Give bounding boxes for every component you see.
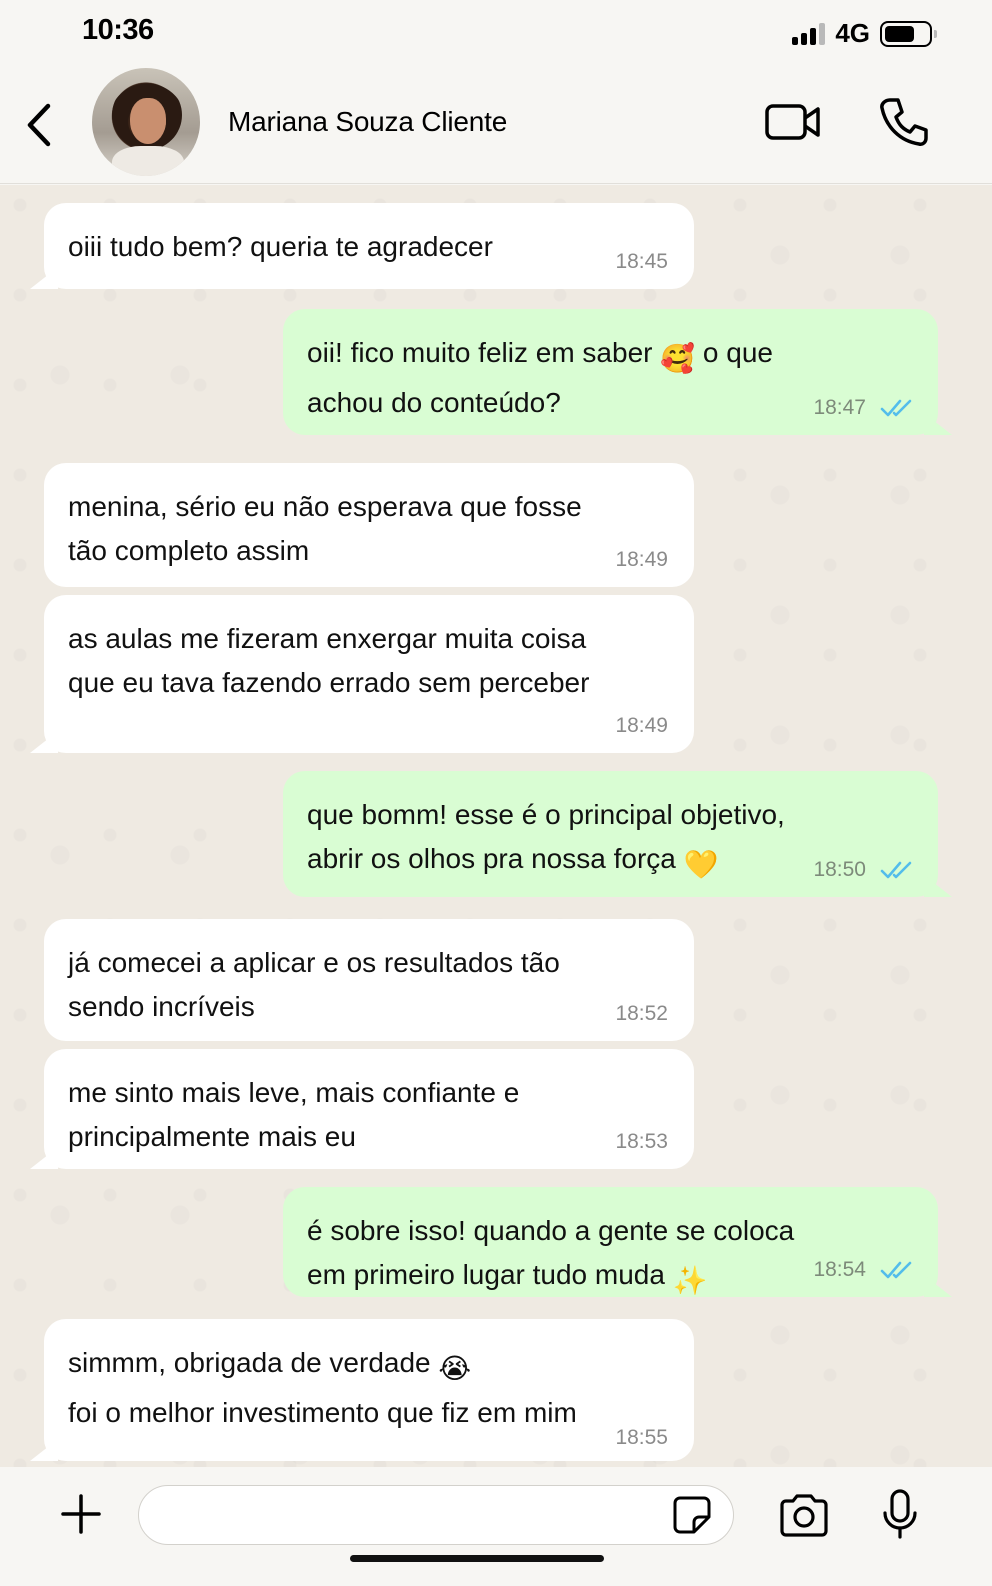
camera-icon[interactable] — [778, 1493, 830, 1537]
status-time: 10:36 — [82, 14, 154, 46]
voice-call-icon[interactable] — [878, 96, 930, 148]
chat-header: Mariana Souza Cliente — [0, 62, 992, 184]
avatar[interactable] — [92, 68, 200, 176]
message-text: já comecei a aplicar e os resultados tão… — [68, 947, 560, 1022]
message-text-part: é sobre isso! quando a gente se coloca e… — [307, 1215, 795, 1290]
message-outgoing[interactable]: oii! fico muito feliz em saber 🥰 o que a… — [283, 309, 938, 435]
double-check-read-icon — [880, 399, 912, 417]
message-time: 18:49 — [615, 548, 668, 571]
message-meta: 18:47 — [813, 397, 916, 419]
message-time: 18:47 — [813, 396, 866, 419]
home-indicator — [350, 1555, 604, 1562]
sparkles-emoji: ✨ — [672, 1265, 708, 1296]
input-bar — [0, 1467, 992, 1586]
video-call-icon[interactable] — [764, 100, 822, 144]
chat-area[interactable]: oiii tudo bem? queria te agradecer 18:45… — [0, 185, 992, 1467]
message-incoming[interactable]: simmm, obrigada de verdade 😭 foi o melho… — [44, 1319, 694, 1461]
message-incoming[interactable]: me sinto mais leve, mais confiante e pri… — [44, 1049, 694, 1169]
double-check-read-icon — [880, 1261, 912, 1279]
message-meta: 18:52 — [615, 1003, 668, 1025]
network-label: 4G — [835, 18, 870, 48]
message-text: oiii tudo bem? queria te agradecer — [68, 231, 493, 262]
message-time: 18:49 — [615, 714, 668, 737]
message-text: simmm, obrigada de verdade 😭 foi o melho… — [68, 1341, 670, 1435]
message-meta: 18:53 — [615, 1131, 668, 1153]
message-incoming[interactable]: menina, sério eu não esperava que fosse … — [44, 463, 694, 587]
message-time: 18:45 — [615, 250, 668, 273]
microphone-icon[interactable] — [882, 1489, 918, 1541]
message-outgoing[interactable]: que bomm! esse é o principal objetivo, a… — [283, 771, 938, 897]
status-bar: 10:36 4G — [0, 0, 992, 62]
loudly-crying-face-emoji: 😭 — [438, 1353, 472, 1384]
message-text: me sinto mais leve, mais confiante e pri… — [68, 1077, 520, 1152]
message-text: menina, sério eu não esperava que fosse … — [68, 491, 582, 566]
message-input[interactable] — [138, 1485, 734, 1545]
message-text-part: foi o melhor investimento que fiz em mim — [68, 1397, 577, 1428]
double-check-read-icon — [880, 861, 912, 879]
message-incoming[interactable]: as aulas me fizeram enxergar muita coisa… — [44, 595, 694, 753]
message-time: 18:53 — [615, 1130, 668, 1153]
message-meta: 18:54 — [813, 1259, 916, 1281]
plus-icon[interactable] — [60, 1493, 102, 1535]
message-text: é sobre isso! quando a gente se coloca e… — [307, 1209, 914, 1303]
message-meta: 18:50 — [813, 859, 916, 881]
message-time: 18:50 — [813, 858, 866, 881]
message-time: 18:55 — [615, 1426, 668, 1449]
message-time: 18:54 — [813, 1258, 866, 1281]
message-meta: 18:55 — [615, 1427, 668, 1449]
signal-icon — [792, 22, 826, 45]
message-meta: 18:49 — [615, 549, 668, 571]
sticker-icon[interactable] — [672, 1495, 712, 1535]
smiling-face-with-hearts-emoji: 🥰 — [660, 343, 696, 374]
message-text: as aulas me fizeram enxergar muita coisa… — [68, 623, 590, 698]
status-indicators: 4G — [792, 18, 937, 49]
message-outgoing[interactable]: é sobre isso! quando a gente se coloca e… — [283, 1187, 938, 1297]
contact-name[interactable]: Mariana Souza Cliente — [228, 106, 507, 138]
message-incoming[interactable]: já comecei a aplicar e os resultados tão… — [44, 919, 694, 1041]
battery-icon — [880, 20, 937, 47]
yellow-heart-emoji: 💛 — [683, 849, 719, 880]
message-time: 18:52 — [615, 1002, 668, 1025]
message-incoming[interactable]: oiii tudo bem? queria te agradecer 18:45 — [44, 203, 694, 289]
back-icon[interactable] — [20, 100, 60, 150]
message-text-part: oii! fico muito feliz em saber — [307, 337, 661, 368]
message-text-part: simmm, obrigada de verdade — [68, 1347, 439, 1378]
message-meta: 18:45 — [615, 251, 668, 273]
message-meta: 18:49 — [615, 715, 668, 737]
